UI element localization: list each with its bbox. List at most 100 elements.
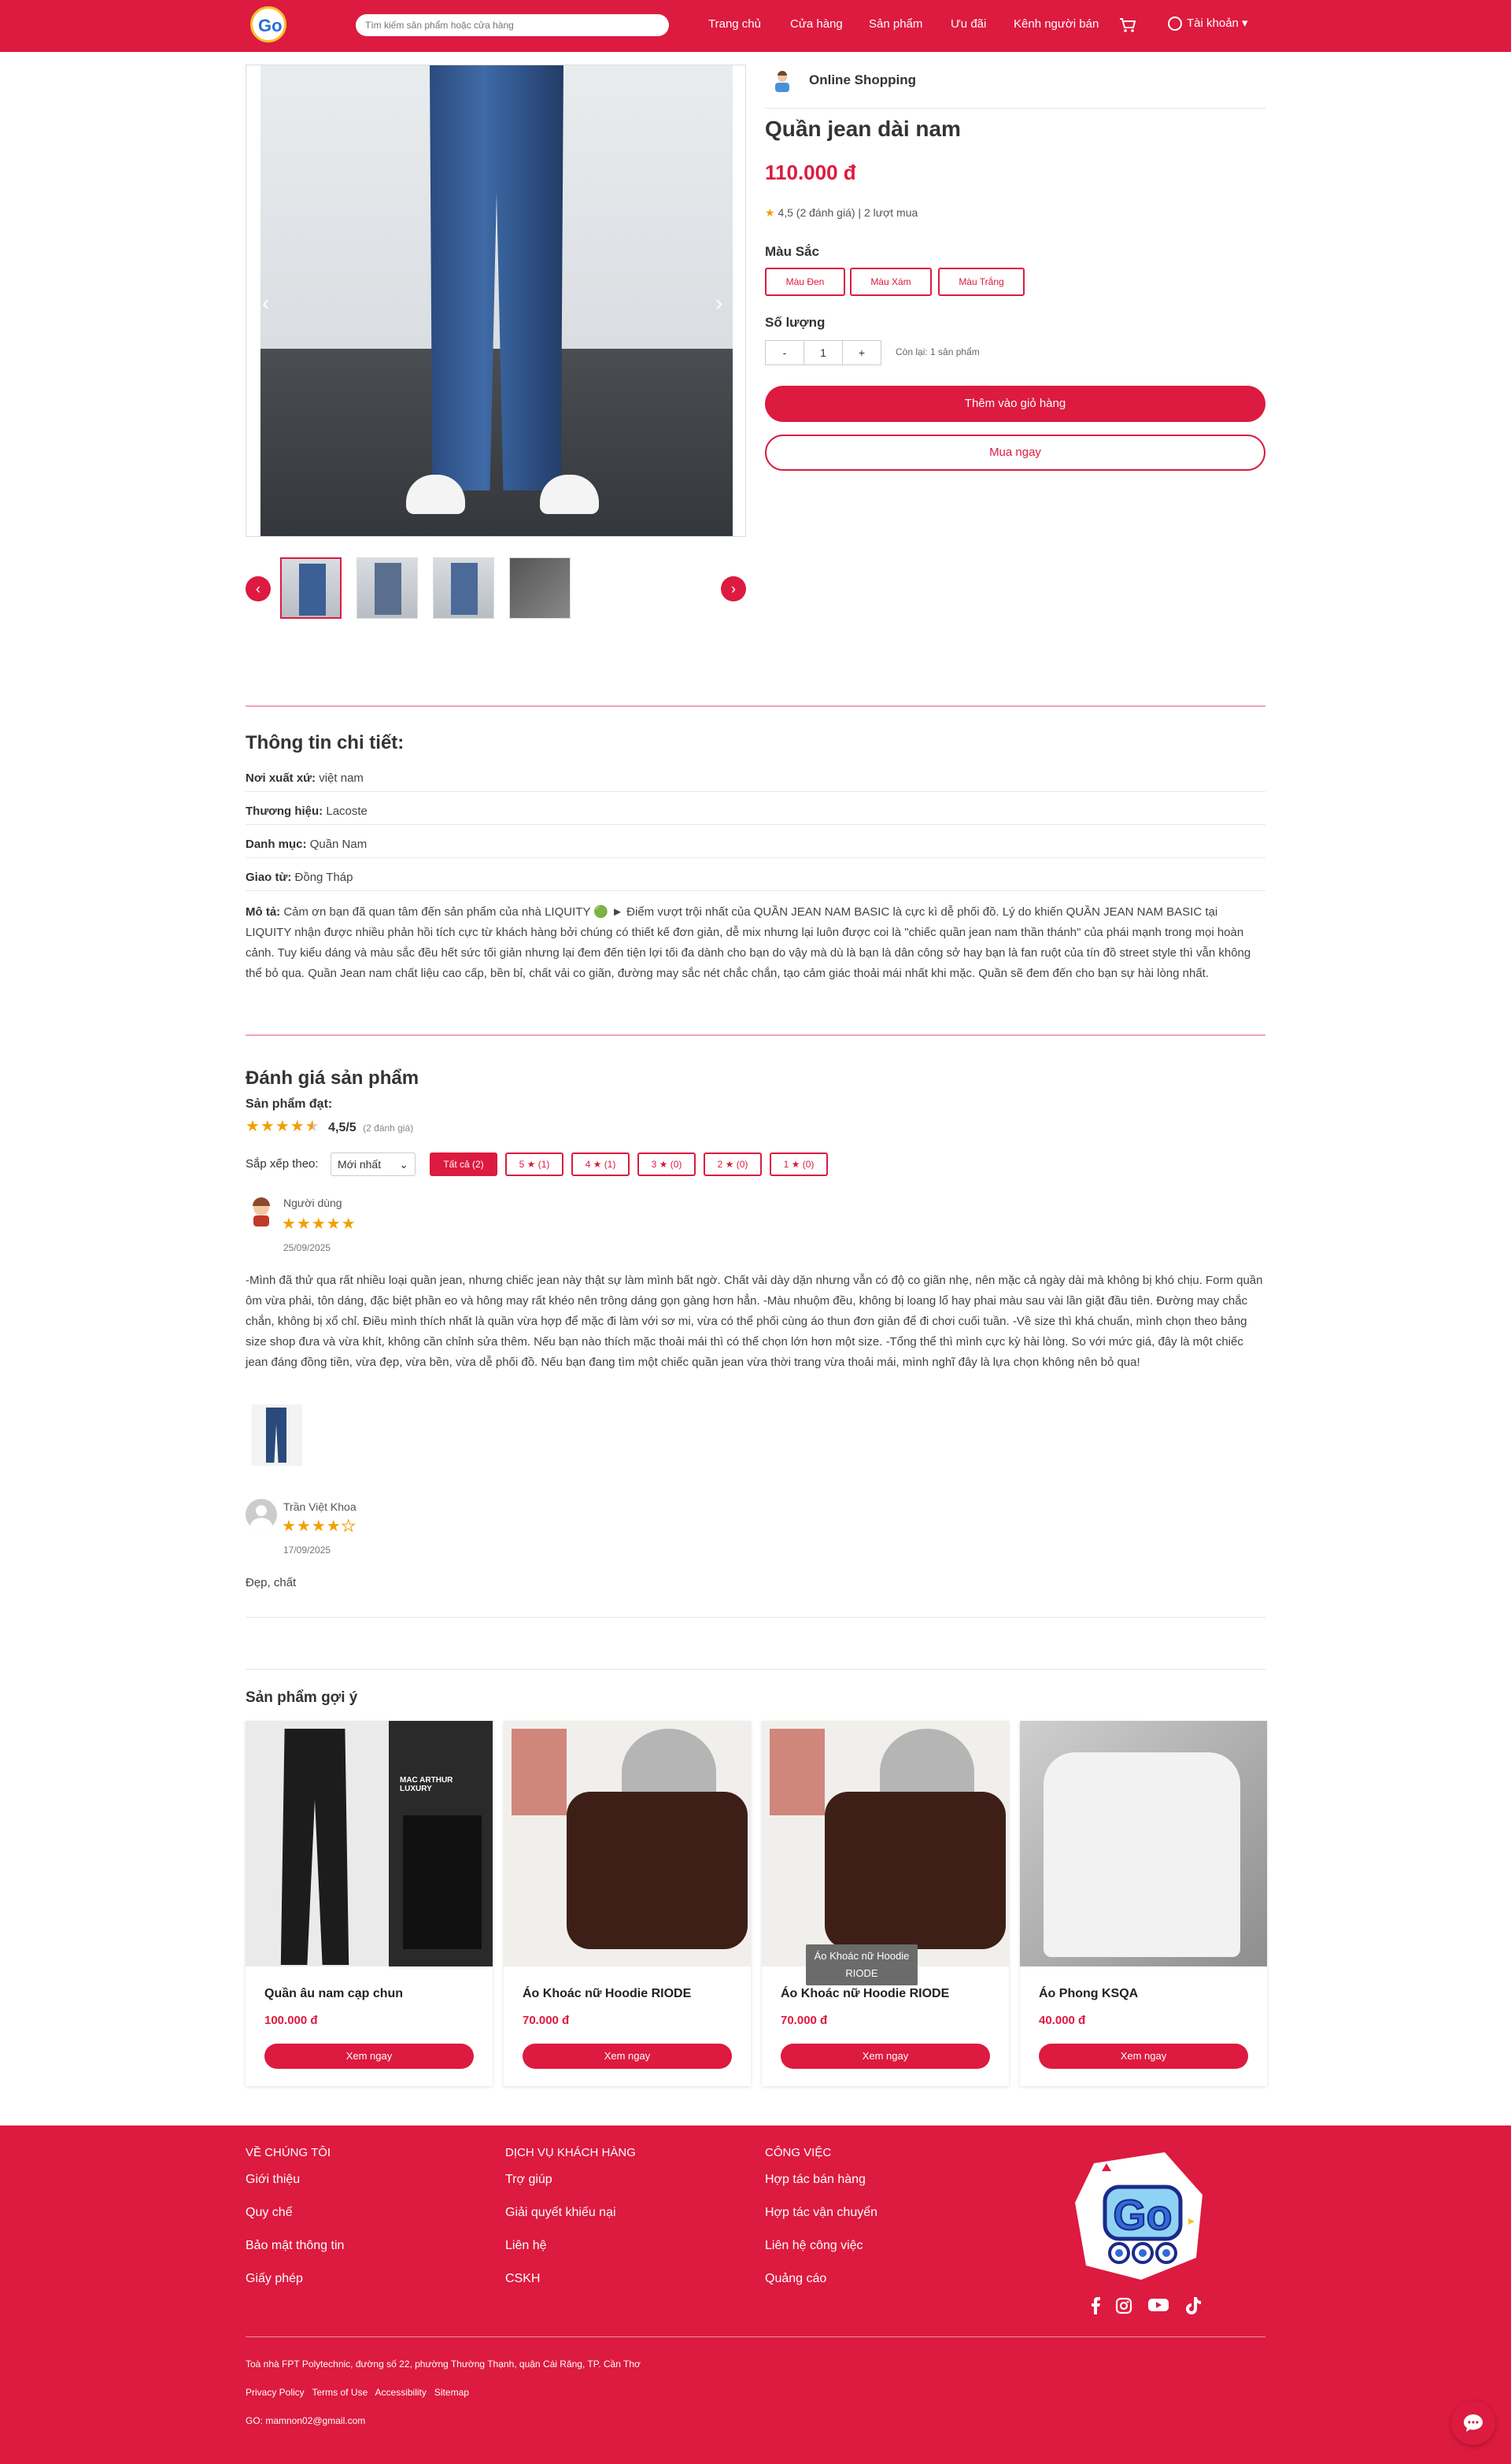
view-now-button[interactable]: Xem ngay: [264, 2044, 474, 2069]
thumbnail-2[interactable]: [357, 557, 418, 619]
divider: [246, 1034, 1265, 1036]
divider: [246, 1617, 1265, 1618]
footer-link[interactable]: Hợp tác vận chuyển: [765, 2206, 877, 2220]
filter-all[interactable]: Tất cả (2): [430, 1152, 497, 1176]
footer-link[interactable]: Trợ giúp: [505, 2173, 552, 2187]
nav-home[interactable]: Trang chủ: [708, 17, 761, 31]
detail-label: Thương hiệu:: [246, 805, 323, 818]
instagram-icon[interactable]: [1113, 2297, 1135, 2319]
qty-plus-button[interactable]: +: [842, 340, 881, 365]
sort-select[interactable]: Mới nhất ⌄: [331, 1152, 416, 1176]
star-rating-icon: ★★★★★: [246, 1118, 320, 1135]
footer-link[interactable]: Giới thiệu: [246, 2173, 300, 2187]
filter-1-star[interactable]: 1 ★ (0): [770, 1152, 828, 1176]
thumbnail-3[interactable]: [433, 557, 494, 619]
qty-minus-button[interactable]: -: [765, 340, 804, 365]
next-image-arrow-icon[interactable]: ›: [715, 290, 722, 316]
footer-col-title: VỀ CHÚNG TÔI: [246, 2146, 331, 2159]
account-label: Tài khoản: [1187, 17, 1239, 30]
detail-row-ship-from: Giao từ: Đồng Tháp: [246, 864, 1265, 891]
view-now-button[interactable]: Xem ngay: [1039, 2044, 1248, 2069]
tiktok-icon[interactable]: [1182, 2297, 1204, 2319]
prev-image-arrow-icon[interactable]: ‹: [262, 290, 269, 316]
color-option-black[interactable]: Màu Đen: [765, 268, 845, 296]
footer-link[interactable]: CSKH: [505, 2272, 540, 2286]
footer-link[interactable]: Quảng cáo: [765, 2272, 826, 2286]
filter-2-star[interactable]: 2 ★ (0): [704, 1152, 762, 1176]
product-card[interactable]: Áo Khoác nữ Hoodie RIODE 70.000 đ Xem ng…: [762, 1721, 1009, 2086]
product-price: 110.000 đ: [765, 161, 856, 184]
footer: [0, 2125, 1511, 2464]
filter-4-star[interactable]: 4 ★ (1): [571, 1152, 630, 1176]
chevron-down-icon: ▾: [1242, 17, 1248, 30]
thumb-jeans: [299, 564, 326, 616]
chat-icon: [1464, 2414, 1483, 2432]
reviewer-avatar-icon: [246, 1499, 277, 1530]
product-card-name: Áo Khoác nữ Hoodie RIODE: [781, 1987, 950, 2000]
detail-value: Đồng Tháp: [294, 871, 353, 884]
color-option-white[interactable]: Màu Trắng: [938, 268, 1025, 296]
view-now-button[interactable]: Xem ngay: [523, 2044, 732, 2069]
thumb-jeans: [375, 563, 401, 615]
reviewer-name: Trần Việt Khoa: [283, 1500, 357, 1513]
review-image[interactable]: [252, 1404, 302, 1466]
nav-deals[interactable]: Ưu đãi: [951, 17, 986, 31]
thumb-prev-button[interactable]: ‹: [246, 576, 271, 601]
nav-shop[interactable]: Cửa hàng: [790, 17, 843, 31]
footer-link[interactable]: Liên hệ: [505, 2239, 547, 2253]
logo[interactable]: Go: [250, 6, 286, 43]
quantity-label: Số lượng: [765, 315, 826, 330]
divider: [246, 705, 1265, 707]
facebook-icon[interactable]: [1084, 2297, 1106, 2319]
add-to-cart-button[interactable]: Thêm vào giỏ hàng: [765, 386, 1265, 422]
cart-icon[interactable]: [1119, 17, 1136, 37]
product-card-image: [1020, 1721, 1267, 1966]
youtube-icon[interactable]: [1147, 2297, 1169, 2319]
footer-policy-link[interactable]: Terms of Use: [312, 2387, 368, 2398]
logo-text: Go: [258, 16, 283, 35]
product-card-name: Áo Phong KSQA: [1039, 1987, 1139, 2000]
footer-policy-link[interactable]: Sitemap: [434, 2387, 469, 2398]
reviewer-name: Người dùng: [283, 1197, 342, 1209]
filter-5-star[interactable]: 5 ★ (1): [505, 1152, 563, 1176]
detail-label: Danh mục:: [246, 838, 307, 851]
shop-avatar-icon: [775, 71, 789, 92]
score: 4,5/5: [328, 1121, 357, 1134]
footer-link[interactable]: Giải quyết khiếu nại: [505, 2206, 616, 2220]
footer-logo: Go: [1075, 2152, 1203, 2280]
search-input[interactable]: [356, 14, 669, 36]
shop-info[interactable]: Online Shopping: [765, 65, 1265, 109]
product-card[interactable]: MAC ARTHUR LUXURY Quần âu nam cạp chun 1…: [246, 1721, 493, 2086]
review-text: -Mình đã thử qua rất nhiều loại quần jea…: [246, 1274, 1263, 1369]
qty-input[interactable]: 1: [804, 340, 843, 365]
footer-policy-link[interactable]: Accessibility: [375, 2387, 427, 2398]
view-now-button[interactable]: Xem ngay: [781, 2044, 990, 2069]
thumbnail-4[interactable]: [509, 557, 571, 619]
nav-products[interactable]: Sản phẩm: [869, 17, 922, 31]
filter-3-star[interactable]: 3 ★ (0): [637, 1152, 696, 1176]
footer-divider: [246, 2336, 1265, 2337]
reviewer-avatar-icon: [253, 1197, 270, 1226]
product-card-price: 100.000 đ: [264, 2014, 318, 2027]
footer-link[interactable]: Giấy phép: [246, 2272, 303, 2286]
buy-now-button[interactable]: Mua ngay: [765, 435, 1265, 471]
footer-link[interactable]: Liên hệ công việc: [765, 2239, 863, 2253]
color-option-gray[interactable]: Màu Xám: [850, 268, 932, 296]
footer-link[interactable]: Hợp tác bán hàng: [765, 2173, 866, 2187]
footer-link[interactable]: Quy chế: [246, 2206, 293, 2220]
footer-policy-link[interactable]: Privacy Policy: [246, 2387, 305, 2398]
nav-seller-channel[interactable]: Kênh người bán: [1014, 17, 1099, 31]
product-rating: ★ 4,5 (2 đánh giá) | 2 lượt mua: [765, 206, 918, 220]
product-card[interactable]: Áo Phong KSQA 40.000 đ Xem ngay: [1020, 1721, 1267, 2086]
review-stars-icon: ★★★★★: [282, 1518, 357, 1536]
rating-text: 4,5 (2 đánh giá) | 2 lượt mua: [778, 206, 918, 219]
detail-label: Giao từ:: [246, 871, 292, 884]
chat-button[interactable]: [1451, 2401, 1495, 2445]
thumbnail-1[interactable]: [280, 557, 342, 619]
product-card[interactable]: Áo Khoác nữ Hoodie RIODE 70.000 đ Xem ng…: [504, 1721, 751, 2086]
footer-link[interactable]: Bảo mật thông tin: [246, 2239, 344, 2253]
account-menu[interactable]: Tài khoản ▾: [1168, 16, 1248, 31]
thumb-next-button[interactable]: ›: [721, 576, 746, 601]
top-navbar: Go Trang chủ Cửa hàng Sản phẩm Ưu đãi Kê…: [0, 0, 1511, 52]
product-card-price: 70.000 đ: [781, 2014, 828, 2027]
